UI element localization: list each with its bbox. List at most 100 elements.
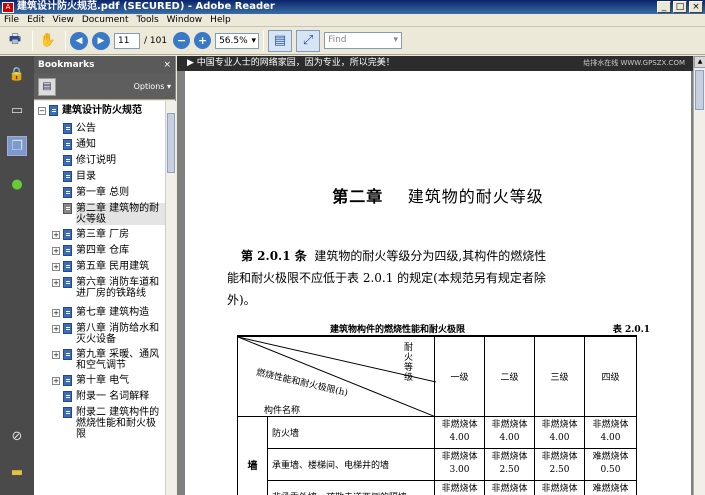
bookmark-label: 第三章 厂房 [76,229,130,240]
row-name: 防火墙 [267,415,435,449]
bookmark-item[interactable]: 公告 [34,123,165,134]
grade-2-header: 二级 [484,335,535,417]
table-cell: 难燃烧体 0.25 [584,479,637,495]
document-scrollbar[interactable]: ▲ [693,56,705,495]
expand-icon[interactable]: + [52,247,60,255]
header-grade-label: 耐火等级 [404,343,414,383]
scrollbar-thumb[interactable] [167,113,175,173]
article-text-1: 建筑物的耐火等级分为四级,其构件的燃烧性 [314,249,547,263]
zoom-level-select[interactable]: 56.5% ▾ [215,32,260,49]
menu-tools[interactable]: Tools [137,15,159,25]
expand-icon[interactable]: + [52,309,60,317]
bookmark-item[interactable]: 附录一 名词解释 [34,391,165,402]
maximize-button[interactable]: □ [673,1,687,13]
menu-window[interactable]: Window [167,15,203,25]
bookmark-item[interactable]: − 建筑设计防火规范 [34,105,165,116]
bookmark-item[interactable]: 第一章 总则 [34,187,165,198]
bookmark-icon [63,171,72,182]
table-cell: 非燃烧体 3.00 [434,447,485,481]
bookmark-document-icon[interactable]: ▤ [38,77,56,96]
attachments-icon[interactable]: ⊘ [7,426,27,446]
page-number-input[interactable]: 11 [114,32,140,49]
lock-icon[interactable]: 🔒 [7,64,27,84]
print-icon[interactable]: 🖶 [4,31,26,51]
ad-banner[interactable]: ▶ 中国专业人士的网络家园，因为专业，所以完美！ 给排水在线 WWW.GPSZX… [177,56,693,71]
header-component-label: 构件名称 [264,406,301,416]
grade-4-header: 四级 [584,335,637,417]
row-name: 非承重外墙、疏散走道两侧的隔墙 [267,479,435,495]
article-line-2: 能和耐火极限不应低于表 2.0.1 的规定(本规范另有规定者除 [227,271,546,285]
next-page-icon[interactable]: ▶ [92,31,110,50]
chapter-heading: 第二章 建筑物的耐火等级 [185,183,691,207]
bookmark-item[interactable]: + 第八章 消防给水和灭火设备 [34,323,165,345]
bookmark-item[interactable]: 通知 [34,139,165,150]
options-button[interactable]: Options ▾ [134,82,171,91]
bookmark-icon [63,139,72,150]
expand-icon[interactable]: + [52,377,60,385]
menu-help[interactable]: Help [210,15,231,25]
comments-icon[interactable]: ▬ [7,462,27,482]
expand-icon[interactable]: + [52,279,60,287]
menu-view[interactable]: View [53,15,74,25]
expand-icon[interactable]: + [52,325,60,333]
bookmark-item[interactable]: 修订说明 [34,155,165,166]
bookmark-item[interactable]: 第二章 建筑物的耐火等级 [34,203,165,225]
zoom-in-icon[interactable]: + [194,32,212,49]
bookmark-item[interactable]: + 第五章 民用建筑 [34,261,165,272]
bookmark-item[interactable]: + 第六章 消防车道和进厂房的铁路线 [34,277,165,299]
minimize-button[interactable]: _ [657,1,671,13]
bookmark-label: 第六章 消防车道和进厂房的铁路线 [76,277,160,299]
expand-icon[interactable]: + [52,351,60,359]
menu-edit[interactable]: Edit [27,15,44,25]
expand-icon[interactable]: + [52,231,60,239]
bookmark-item[interactable]: + 第十章 电气 [34,375,165,386]
category-wall: 墙 [237,415,268,495]
full-screen-icon[interactable]: ⤢ [296,29,321,52]
close-button[interactable]: × [689,1,703,13]
fit-page-icon[interactable]: ▤ [268,29,293,52]
chapter-title: 建筑物的耐火等级 [407,187,544,206]
pdf-page: 第二章 建筑物的耐火等级 第 2.0.1 条 建筑物的耐火等级分为四级,其构件的… [185,71,691,495]
find-input[interactable]: Find ▾ [324,32,403,49]
bookmark-item[interactable]: 目录 [34,171,165,182]
table-cell: 非燃烧体 1.00 [484,479,535,495]
help-icon[interactable]: ● [7,174,27,194]
bookmark-icon [63,187,72,198]
collapse-icon[interactable]: − [38,107,46,115]
table-title: 建筑物构件的燃烧性能和耐火极限 [330,325,466,335]
bookmark-icon [63,407,72,418]
table-cell: 非燃烧体 4.00 [434,415,485,449]
table-row: 承重墙、楼梯间、电梯井的墙 非燃烧体 3.00 非燃烧体 2.50 非燃烧体 2… [238,447,637,481]
hand-tool-icon[interactable]: ✋ [37,31,59,51]
table-cell: 非燃烧体 4.00 [484,415,535,449]
bookmark-icon [63,203,72,214]
table-number: 表 2.0.1 [612,325,650,335]
bookmark-item[interactable]: + 第三章 厂房 [34,229,165,240]
scroll-up-icon[interactable]: ▲ [694,56,705,68]
bookmark-label: 第一章 总则 [76,187,130,198]
bookmark-label: 建筑设计防火规范 [62,105,142,116]
menu-document[interactable]: Document [82,15,129,25]
bookmark-label: 第十章 电气 [76,375,130,386]
bookmark-item[interactable]: + 第七章 建筑构造 [34,307,165,318]
page-total: / 101 [144,35,168,46]
previous-page-icon[interactable]: ◀ [70,31,88,50]
table-cell: 非燃烧体 0.50 [534,479,585,495]
bookmarks-scrollbar[interactable] [165,101,176,495]
zoom-out-icon[interactable]: − [173,32,191,49]
menu-bar: File Edit View Document Tools Window Hel… [0,14,705,27]
scrollbar-thumb[interactable] [695,70,704,110]
bookmark-item[interactable]: 附录二 建筑构件的燃烧性能和耐火极限 [34,407,165,440]
article-line-3: 外)。 [227,293,256,307]
bookmark-icon [63,391,72,402]
table-cell: 非燃烧体 2.50 [484,447,535,481]
expand-icon[interactable]: + [52,263,60,271]
pages-icon[interactable]: ▭ [7,100,27,120]
table-cell: 非燃烧体 2.50 [534,447,585,481]
fire-resistance-table: 耐火等级 燃烧性能和耐火极限(h) 构件名称 一级 二级 三级 四级 墙 防火墙… [237,335,637,495]
bookmarks-icon[interactable]: ❐ [7,136,27,156]
bookmark-item[interactable]: + 第九章 采暖、通风和空气调节 [34,349,165,371]
close-panel-button[interactable]: × [163,56,171,74]
bookmark-item[interactable]: + 第四章 仓库 [34,245,165,256]
menu-file[interactable]: File [4,15,19,25]
